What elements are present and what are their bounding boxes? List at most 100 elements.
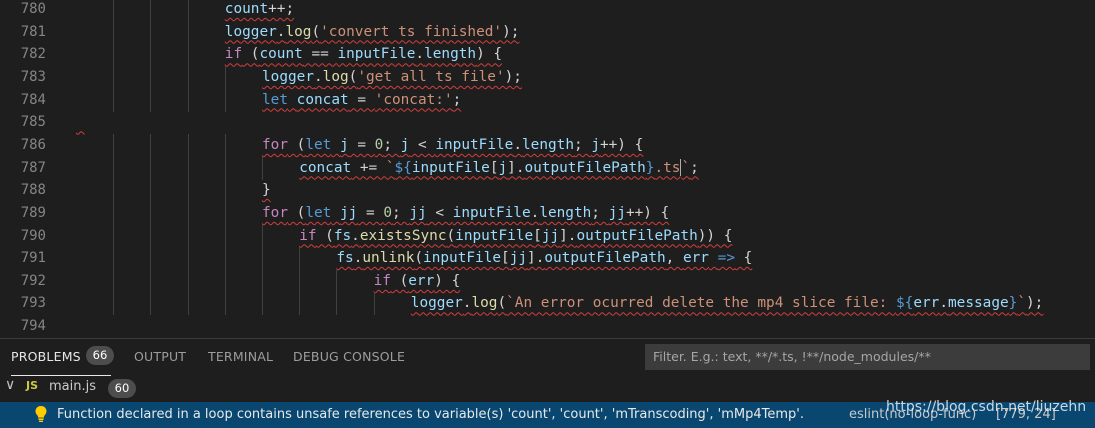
indent-guide — [224, 224, 226, 248]
code-token: ); — [502, 23, 520, 40]
code-line[interactable]: 783 logger.log('get all ts file'); — [0, 65, 1095, 89]
code-token: inputFile — [435, 136, 514, 153]
indent-guide — [187, 0, 189, 21]
code-token: `An error ocurred delete the mp4 slice f… — [506, 295, 897, 312]
indent-guide — [150, 65, 152, 89]
indent-guide — [187, 224, 189, 248]
code-token: j — [498, 159, 508, 176]
code-token: inputFile — [411, 159, 490, 176]
code-line[interactable]: 785 — [0, 111, 1095, 134]
code-line[interactable]: 782 if (count == inputFile.length) { — [0, 43, 1095, 67]
code-line[interactable]: 780 count++; — [0, 0, 1095, 21]
code-token: . — [939, 295, 949, 312]
code-line[interactable]: 794 — [0, 315, 1095, 338]
code-line[interactable]: 793 logger. log(`An error ocurred delete t… — [0, 292, 1095, 316]
code-line[interactable]: 787 concat += `${inputFile[j].outputFileP… — [0, 156, 1095, 180]
code-token: length — [424, 46, 477, 63]
code-token: ( — [390, 272, 409, 289]
code-editor[interactable]: 780 count++; 781 logger.log('convert ts fin… — [0, 0, 1095, 338]
code-token: . — [513, 136, 522, 153]
code-token: for — [262, 136, 288, 153]
indent-guide — [113, 179, 115, 203]
indent-guide — [262, 224, 263, 248]
tab-terminal[interactable]: TERMINAL — [208, 349, 273, 364]
line-number: 786 — [20, 136, 46, 153]
code-token: jj — [541, 227, 560, 244]
code-token: ( — [242, 46, 260, 63]
tab-output[interactable]: OUTPUT — [134, 349, 186, 364]
indent-guide — [150, 201, 152, 225]
code-token: . — [530, 204, 540, 221]
code-token: [ — [533, 227, 542, 244]
code-token: ( — [316, 227, 334, 244]
code-token: jj — [509, 250, 528, 267]
code-token: { — [734, 250, 753, 267]
code-line[interactable]: 786 for (let j = 0; j < inputFile.length;… — [0, 133, 1095, 157]
code-text: let concat = 'concat:'; — [262, 89, 461, 112]
code-line[interactable]: 784 let concat = 'concat:'; — [0, 88, 1095, 112]
code-token: , — [665, 250, 683, 267]
watermark-text: https://blog.csdn.net/liuzehn — [886, 399, 1087, 415]
indent-guide — [187, 43, 189, 67]
indent-guide — [150, 20, 152, 44]
code-token: err — [408, 272, 435, 289]
chevron-down-icon[interactable]: ∨ — [5, 377, 15, 393]
indent-guide — [150, 224, 152, 248]
code-text: for (let j = 0; j < inputFile.length; j+… — [262, 134, 643, 157]
indent-guide — [224, 179, 226, 203]
indent-guide — [224, 292, 226, 316]
code-line[interactable]: 790 if (fs.existsSync(inputFile[jj].outpu… — [0, 224, 1095, 248]
indent-guide — [113, 0, 115, 21]
code-token: inputFile — [452, 204, 531, 221]
indent-guide — [150, 133, 152, 157]
code-text: logger.log('get all ts file'); — [262, 66, 522, 89]
code-token: jj — [409, 204, 427, 221]
code-token: ++) { — [599, 136, 644, 153]
indent-guide — [150, 88, 152, 112]
code-token: ; — [573, 136, 592, 153]
code-token: inputFile — [337, 46, 416, 63]
indent-guide — [262, 156, 263, 180]
problem-item[interactable]: Function declared in a loop contains uns… — [0, 399, 1095, 428]
code-text: concat += `${inputFile[j].outputFilePath… — [299, 157, 699, 180]
indent-guide — [113, 20, 115, 44]
code-line[interactable]: 789 for (let jj = 0; jj < inputFile.lengt… — [0, 201, 1095, 225]
code-token: length — [539, 204, 592, 221]
code-token: count — [259, 46, 303, 63]
line-number: 782 — [20, 46, 46, 63]
code-token: ]. — [559, 227, 577, 244]
code-token: concat — [299, 159, 352, 176]
code-token: ); — [1026, 295, 1044, 312]
indent-guide — [187, 156, 189, 180]
code-token: concat — [296, 91, 349, 108]
code-text — [76, 111, 85, 134]
line-number: 789 — [20, 204, 46, 221]
code-line[interactable]: 788} — [0, 179, 1095, 203]
indent-guide — [150, 43, 152, 67]
code-line[interactable]: 791 fs.unlink(inputFile[jj].outputFilePat… — [0, 247, 1095, 271]
code-token: . — [313, 68, 323, 85]
code-text: if (err) { — [374, 270, 461, 293]
tab-debug-console[interactable]: DEBUG CONSOLE — [293, 349, 405, 364]
problems-filter-input[interactable]: Filter. E.g.: text, **/*.ts, !**/node_mo… — [645, 344, 1090, 370]
indent-guide — [262, 292, 263, 316]
tab-problems[interactable]: PROBLEMS — [11, 349, 111, 376]
line-number: 791 — [20, 250, 46, 267]
code-token: if — [373, 272, 391, 289]
problem-file-row[interactable]: ∨ JS main.js 60 — [0, 376, 1095, 401]
indent-guide — [150, 292, 152, 316]
code-token: < — [426, 204, 453, 221]
javascript-file-icon: JS — [26, 379, 39, 392]
indent-guide — [113, 201, 115, 225]
code-line[interactable]: 781 logger.log('convert ts finished'); — [0, 20, 1095, 44]
code-token: j — [340, 136, 349, 153]
code-token: = — [348, 91, 375, 108]
code-line[interactable]: 792 if (err) { — [0, 269, 1095, 293]
code-token: log — [285, 23, 312, 40]
indent-guide — [336, 292, 338, 316]
indent-guide — [262, 247, 263, 271]
code-token: logger — [410, 295, 463, 312]
indent-guide — [262, 269, 263, 293]
